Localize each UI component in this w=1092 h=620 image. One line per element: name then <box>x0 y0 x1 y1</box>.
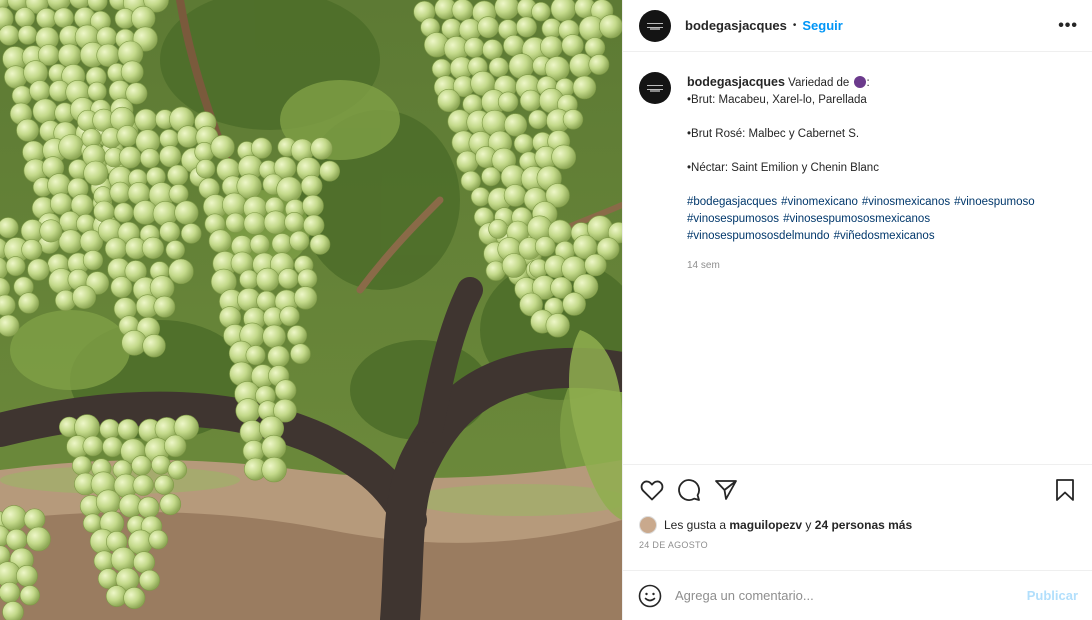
likes-others[interactable]: 24 personas más <box>815 518 912 532</box>
comment-input[interactable] <box>675 588 1027 603</box>
separator-dot: • <box>792 20 797 31</box>
comment-bar: Publicar <box>623 570 1092 620</box>
grape-emoji-icon <box>853 76 866 88</box>
caption-area: bodegasjacques Variedad de : •Brut: Maca… <box>623 52 1092 464</box>
bookmark-icon[interactable] <box>1052 477 1078 503</box>
comment-icon[interactable] <box>676 477 702 503</box>
likes-connector: y <box>805 518 812 532</box>
caption-timestamp[interactable]: 14 sem <box>687 257 1039 274</box>
caption-intro: Variedad de <box>788 77 850 89</box>
post-sidebar: bodegasjacques • Seguir ••• bodegasjacqu… <box>622 0 1092 620</box>
caption-username[interactable]: bodegasjacques <box>687 75 785 89</box>
grapevine-image <box>0 0 622 620</box>
instagram-post: bodegasjacques • Seguir ••• bodegasjacqu… <box>0 0 1092 620</box>
publish-button[interactable]: Publicar <box>1027 588 1078 603</box>
liker-username[interactable]: maguilopezv <box>729 518 802 532</box>
follow-button[interactable]: Seguir <box>802 18 842 33</box>
header-username[interactable]: bodegasjacques <box>685 18 787 33</box>
caption-avatar[interactable] <box>639 72 671 104</box>
likes-prefix: Les gusta a <box>664 518 727 532</box>
heart-icon[interactable] <box>639 477 665 503</box>
hashtag-link[interactable]: #vinosespumososmexicanos <box>783 213 930 225</box>
hashtag-link[interactable]: #vinoespumoso <box>954 196 1035 208</box>
action-bar <box>623 464 1092 514</box>
caption-intro-end: : <box>866 77 870 89</box>
hashtag-link[interactable]: #vinosespumososdelmundo <box>687 230 830 242</box>
caption-line-nectar: •Néctar: Saint Emilion y Chenin Blanc <box>687 162 879 174</box>
avatar[interactable] <box>639 9 671 42</box>
caption-line-brut-rose: •Brut Rosé: Malbec y Cabernet S. <box>687 128 860 140</box>
likes-summary: Les gusta a maguilopezv y 24 personas má… <box>623 514 1092 536</box>
share-icon[interactable] <box>713 477 739 503</box>
post-photo[interactable] <box>0 0 622 620</box>
caption-line-brut: •Brut: Macabeu, Xarel-lo, Parellada <box>687 94 867 106</box>
hashtags: #bodegasjacques #vinomexicano #vinosmexica… <box>687 194 1039 245</box>
hashtag-link[interactable]: #bodegasjacques <box>687 196 777 208</box>
smiley-icon[interactable] <box>637 583 663 609</box>
hashtag-link[interactable]: #viñedosmexicanos <box>834 230 935 242</box>
caption-first-line: bodegasjacques Variedad de : <box>687 74 1039 92</box>
more-options-icon[interactable]: ••• <box>1058 17 1078 35</box>
hashtag-link[interactable]: #vinosespumosos <box>687 213 779 225</box>
liker-avatar[interactable] <box>639 516 657 534</box>
hashtag-link[interactable]: #vinomexicano <box>781 196 858 208</box>
hashtag-link[interactable]: #vinosmexicanos <box>862 196 950 208</box>
post-date[interactable]: 24 DE AGOSTO <box>623 536 1092 570</box>
caption: bodegasjacques Variedad de : •Brut: Maca… <box>687 74 1039 464</box>
post-header: bodegasjacques • Seguir ••• <box>623 0 1092 52</box>
